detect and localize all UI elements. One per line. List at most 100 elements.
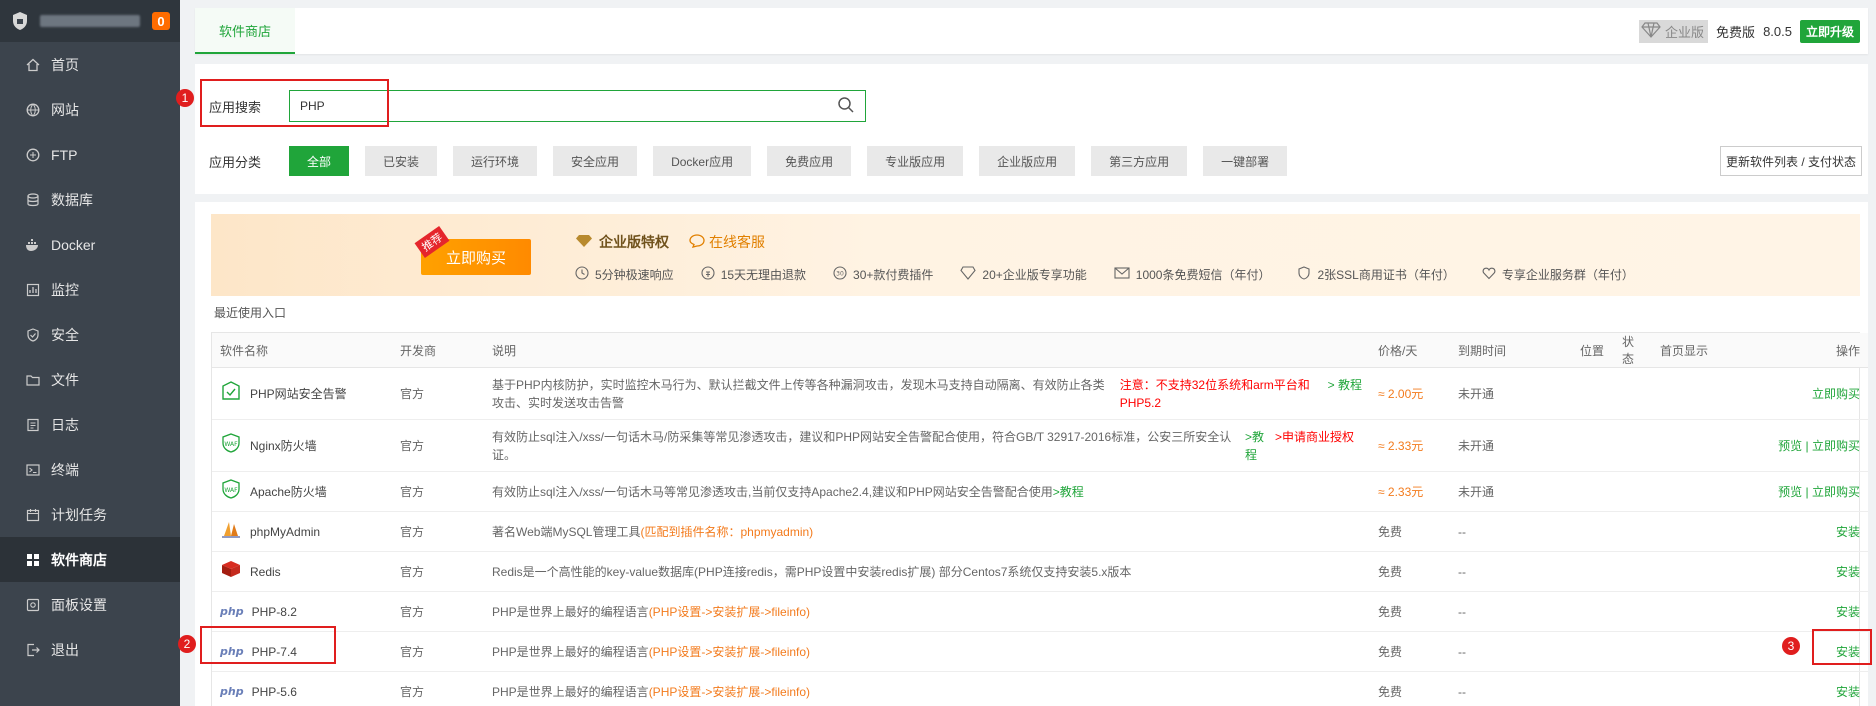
price: 免费 xyxy=(1370,511,1450,552)
sidebar-item-label: 退出 xyxy=(51,641,79,658)
sidebar-item-label: 数据库 xyxy=(51,191,93,208)
description-text: 有效防止sql注入/xss/一句话木马等常见渗透攻击,当前仅支持Apache2.… xyxy=(492,484,1053,499)
annotation-box-search xyxy=(200,79,389,127)
sidebar-item-home[interactable]: 首页 xyxy=(0,42,180,87)
tutorial-link[interactable]: >教程 xyxy=(1245,428,1267,464)
tutorial-link[interactable]: > 教程 xyxy=(1328,376,1362,412)
clock-icon xyxy=(575,266,589,283)
svg-text:30: 30 xyxy=(836,271,844,278)
feature-item: 专享企业服务群（年付） xyxy=(1482,266,1634,283)
ssl-icon xyxy=(1297,266,1311,283)
sidebar-item-database[interactable]: 数据库 xyxy=(0,177,180,222)
enterprise-label: 企业版 xyxy=(1665,24,1705,40)
expire: 未开通 xyxy=(1450,471,1572,512)
tab-app-store[interactable]: 软件商店 xyxy=(195,8,296,54)
heart-icon xyxy=(1482,266,1496,283)
php-security-alert-icon xyxy=(220,380,242,407)
feature-label: 2张SSL商用证书（年付） xyxy=(1317,268,1455,282)
description-text: PHP是世界上最好的编程语言 xyxy=(492,604,649,619)
enterprise-tag[interactable]: 企业版 xyxy=(1639,19,1709,43)
sidebar-item-panel-settings[interactable]: 面板设置 xyxy=(0,582,180,627)
globe-icon xyxy=(25,102,41,118)
sidebar-item-label: 面板设置 xyxy=(51,596,107,613)
software-name[interactable]: PHP-5.6 xyxy=(252,683,297,701)
online-service-link[interactable]: 在线客服 xyxy=(689,232,765,252)
expire: -- xyxy=(1450,631,1572,672)
sidebar-item-label: 网站 xyxy=(51,101,79,118)
category-one-click[interactable]: 一键部署 xyxy=(1203,146,1288,176)
developer: 官方 xyxy=(392,511,484,552)
feature-item: 2张SSL商用证书（年付） xyxy=(1297,266,1455,283)
main-content: 软件商店 企业版 免费版 8.0.5 立即升级 应用搜索 应用分类 全部 已安装… xyxy=(195,8,1868,706)
category-pro[interactable]: 专业版应用 xyxy=(867,146,964,176)
recent-entries-label: 最近使用入口 xyxy=(214,306,287,320)
feature-item: 30 30+款付费插件 xyxy=(833,266,933,283)
search-icon[interactable] xyxy=(837,96,855,117)
monitor-icon xyxy=(25,282,41,298)
category-enterprise[interactable]: 企业版应用 xyxy=(979,146,1076,176)
buy-now-button[interactable]: 推荐 立即购买 xyxy=(414,226,531,275)
sidebar-item-website[interactable]: 网站 xyxy=(0,87,180,132)
preview-link[interactable]: 预览 xyxy=(1778,439,1802,453)
install-button[interactable]: 安装 xyxy=(1836,605,1860,619)
install-button[interactable]: 安装 xyxy=(1836,685,1860,699)
table-row: PHP网站安全告警 官方 基于PHP内核防护，实时监控木马行为、默认拦截文件上传… xyxy=(212,367,1868,420)
sidebar-item-logout[interactable]: 退出 xyxy=(0,627,180,672)
developer: 官方 xyxy=(392,419,484,472)
refresh-list-button[interactable]: 更新软件列表 / 支付状态 xyxy=(1719,146,1862,176)
sidebar-item-files[interactable]: 文件 xyxy=(0,357,180,402)
developer: 官方 xyxy=(392,591,484,632)
install-button[interactable]: 安装 xyxy=(1836,525,1860,539)
sidebar-item-monitor[interactable]: 监控 xyxy=(0,267,180,312)
developer: 官方 xyxy=(392,367,484,420)
table-header-row: 软件名称 开发商 说明 价格/天 到期时间 位置 状态 首页显示 操作 xyxy=(212,333,1868,368)
sidebar-item-label: 软件商店 xyxy=(51,551,107,568)
category-security[interactable]: 安全应用 xyxy=(553,146,638,176)
software-name[interactable]: Redis xyxy=(250,563,281,581)
svg-text:WAF: WAF xyxy=(224,441,238,448)
sidebar-item-cron[interactable]: 计划任务 xyxy=(0,492,180,537)
sidebar-item-app-store[interactable]: 软件商店 xyxy=(0,537,180,582)
software-name[interactable]: Nginx防火墙 xyxy=(250,437,317,455)
price: ≈ 2.33元 xyxy=(1370,471,1450,512)
install-button[interactable]: 安装 xyxy=(1836,565,1860,579)
description: 有效防止sql注入/xss/一句话木马/防采集等常见渗透攻击，建议和PHP网站安… xyxy=(484,419,1370,472)
buy-now-link[interactable]: 立即购买 xyxy=(1812,439,1860,453)
enterprise-banner: 推荐 立即购买 企业版特权 在线客服 5分钟极速响应 15天无理由退款 30 30… xyxy=(211,214,1860,296)
col-expire: 到期时间 xyxy=(1450,333,1572,368)
category-docker[interactable]: Docker应用 xyxy=(653,146,752,176)
preview-link[interactable]: 预览 xyxy=(1778,485,1802,499)
sidebar-item-terminal[interactable]: 终端 xyxy=(0,447,180,492)
buy-now-link[interactable]: 立即购买 xyxy=(1812,387,1860,401)
software-name[interactable]: PHP网站安全告警 xyxy=(250,385,347,403)
docker-icon xyxy=(25,237,41,253)
category-free[interactable]: 免费应用 xyxy=(767,146,852,176)
upgrade-button[interactable]: 立即升级 xyxy=(1799,19,1860,43)
software-name[interactable]: phpMyAdmin xyxy=(250,523,320,541)
developer: 官方 xyxy=(392,671,484,706)
software-name[interactable]: Apache防火墙 xyxy=(250,483,327,501)
logout-icon xyxy=(25,642,41,658)
recommend-tag: 推荐 xyxy=(414,226,450,258)
buy-now-link[interactable]: 立即购买 xyxy=(1812,485,1860,499)
category-runtime[interactable]: 运行环境 xyxy=(453,146,538,176)
sidebar-item-ftp[interactable]: FTP xyxy=(0,132,180,177)
software-name[interactable]: PHP-8.2 xyxy=(252,603,297,621)
sidebar-item-security[interactable]: 安全 xyxy=(0,312,180,357)
feature-item: 15天无理由退款 xyxy=(701,266,806,283)
commercial-license-link[interactable]: >申请商业授权 xyxy=(1275,428,1354,464)
sidebar-item-logs[interactable]: 日志 xyxy=(0,402,180,447)
category-all[interactable]: 全部 xyxy=(289,146,350,176)
category-installed[interactable]: 已安装 xyxy=(365,146,438,176)
sidebar-item-docker[interactable]: Docker xyxy=(0,222,180,267)
developer: 官方 xyxy=(392,631,484,672)
tutorial-link[interactable]: >教程 xyxy=(1053,485,1084,499)
shield-logo-icon xyxy=(10,11,30,31)
description-text: PHP是世界上最好的编程语言 xyxy=(492,644,649,659)
category-third-party[interactable]: 第三方应用 xyxy=(1091,146,1188,176)
diamond-outline-icon xyxy=(960,266,977,283)
description: Redis是一个高性能的key-value数据库(PHP连接redis，需PHP… xyxy=(484,551,1370,592)
notification-badge[interactable]: 0 xyxy=(152,12,170,30)
annotation-marker-2: 2 xyxy=(178,635,196,653)
expire: -- xyxy=(1450,511,1572,552)
